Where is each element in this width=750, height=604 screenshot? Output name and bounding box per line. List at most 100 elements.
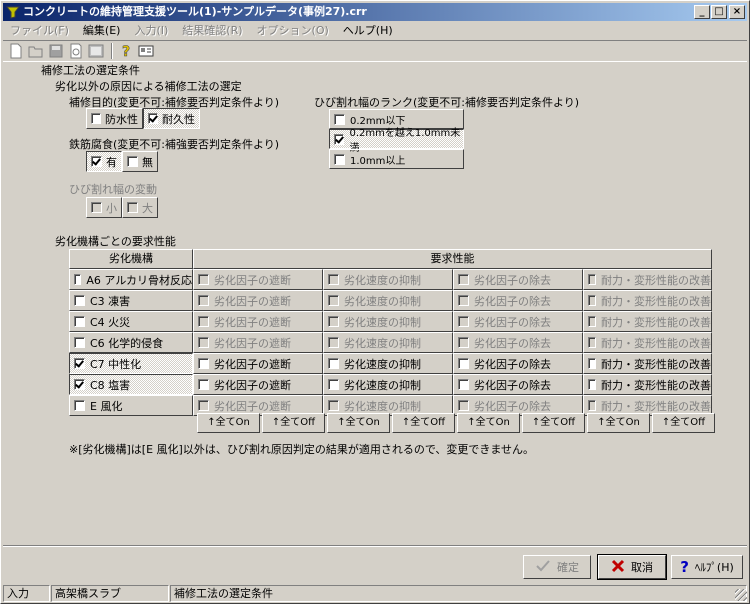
perf-cell[interactable]: 耐力・変形性能の改善 [583, 374, 712, 395]
all-on-button[interactable]: ↑全てOn [197, 413, 260, 433]
cancel-button[interactable]: 取消 [597, 554, 667, 580]
perf-cell[interactable]: 劣化因子の除去 [453, 269, 583, 290]
crack-small-checkbox[interactable] [91, 202, 102, 213]
menu-file[interactable]: ファイル(F) [3, 22, 76, 39]
waterproof-checkbox[interactable] [91, 113, 101, 124]
mechanism-cell[interactable]: C3 凍害 [69, 290, 193, 311]
perf-checkbox[interactable] [328, 358, 339, 369]
menu-input[interactable]: 入力(I) [127, 22, 175, 39]
perf-checkbox[interactable] [198, 316, 209, 327]
maximize-button[interactable]: □ [711, 5, 727, 19]
perf-cell[interactable]: 劣化因子の遮断 [193, 374, 323, 395]
confirm-button[interactable]: 確定 [523, 555, 591, 579]
resize-grip[interactable] [735, 589, 747, 601]
perf-cell[interactable]: 劣化因子の除去 [453, 311, 583, 332]
perf-checkbox[interactable] [328, 400, 339, 411]
perf-checkbox[interactable] [328, 379, 339, 390]
perf-checkbox[interactable] [458, 337, 469, 348]
all-off-button[interactable]: ↑全てOff [392, 413, 455, 433]
card-icon[interactable] [137, 42, 155, 60]
perf-checkbox[interactable] [198, 400, 209, 411]
image-icon[interactable] [87, 42, 105, 60]
perf-checkbox[interactable] [458, 295, 469, 306]
perf-checkbox[interactable] [328, 316, 339, 327]
crack-large-checkbox[interactable] [127, 202, 138, 213]
perf-checkbox[interactable] [588, 337, 596, 348]
open-folder-icon[interactable] [27, 42, 45, 60]
perf-checkbox[interactable] [198, 337, 209, 348]
corrosion-no-checkbox[interactable] [127, 156, 138, 167]
perf-cell[interactable]: 劣化速度の抑制 [323, 353, 453, 374]
perf-cell[interactable]: 劣化速度の抑制 [323, 374, 453, 395]
menu-edit[interactable]: 編集(E) [76, 22, 128, 39]
all-off-button[interactable]: ↑全てOff [262, 413, 325, 433]
mechanism-checkbox[interactable] [74, 358, 85, 369]
perf-checkbox[interactable] [328, 274, 339, 285]
all-on-button[interactable]: ↑全てOn [587, 413, 650, 433]
corrosion-yes-checkbox[interactable] [91, 156, 102, 167]
perf-checkbox[interactable] [458, 316, 469, 327]
perf-checkbox[interactable] [198, 295, 209, 306]
help-question-icon[interactable]: ? [117, 42, 135, 60]
crack-movement-large-toggle[interactable]: 大 [122, 197, 158, 218]
perf-cell[interactable]: 劣化因子の除去 [453, 332, 583, 353]
perf-checkbox[interactable] [458, 379, 469, 390]
perf-cell[interactable]: 劣化速度の抑制 [323, 311, 453, 332]
perf-cell[interactable]: 劣化因子の遮断 [193, 269, 323, 290]
menu-options[interactable]: オプション(O) [250, 22, 336, 39]
menu-help[interactable]: ヘルプ(H) [336, 22, 400, 39]
purpose-durability-toggle[interactable]: 耐久性 [143, 108, 200, 129]
minimize-button[interactable]: _ [694, 5, 710, 19]
perf-cell[interactable]: 劣化速度の抑制 [323, 269, 453, 290]
perf-checkbox[interactable] [588, 295, 596, 306]
perf-cell[interactable]: 耐力・変形性能の改善 [583, 269, 712, 290]
perf-checkbox[interactable] [328, 295, 339, 306]
crack-rank-3-checkbox[interactable] [334, 153, 345, 165]
corrosion-yes-toggle[interactable]: 有 [86, 151, 122, 172]
perf-cell[interactable]: 耐力・変形性能の改善 [583, 290, 712, 311]
perf-checkbox[interactable] [328, 337, 339, 348]
perf-checkbox[interactable] [588, 358, 596, 369]
mechanism-checkbox[interactable] [74, 337, 85, 348]
all-on-button[interactable]: ↑全てOn [457, 413, 520, 433]
all-on-button[interactable]: ↑全てOn [327, 413, 390, 433]
perf-cell[interactable]: 劣化因子の遮断 [193, 353, 323, 374]
perf-cell[interactable]: 劣化因子の遮断 [193, 332, 323, 353]
perf-cell[interactable]: 劣化因子の除去 [453, 290, 583, 311]
perf-cell[interactable]: 耐力・変形性能の改善 [583, 332, 712, 353]
perf-cell[interactable]: 劣化速度の抑制 [323, 290, 453, 311]
purpose-waterproof-toggle[interactable]: 防水性 [86, 108, 143, 129]
crack-rank-option-2[interactable]: 0.2mmを越え1.0mm未満 [329, 128, 464, 154]
mechanism-cell[interactable]: E 風化 [69, 395, 193, 416]
crack-movement-small-toggle[interactable]: 小 [86, 197, 122, 218]
perf-cell[interactable]: 耐力・変形性能の改善 [583, 311, 712, 332]
crack-rank-2-checkbox[interactable] [334, 133, 345, 145]
perf-cell[interactable]: 劣化因子の除去 [453, 374, 583, 395]
print-preview-icon[interactable] [67, 42, 85, 60]
menu-results[interactable]: 結果確認(R) [175, 22, 249, 39]
perf-checkbox[interactable] [458, 274, 469, 285]
mechanism-checkbox[interactable] [74, 316, 85, 327]
all-off-button[interactable]: ↑全てOff [522, 413, 585, 433]
mechanism-cell[interactable]: C7 中性化 [69, 353, 193, 374]
perf-cell[interactable]: 劣化速度の抑制 [323, 332, 453, 353]
mechanism-checkbox[interactable] [74, 295, 85, 306]
mechanism-cell[interactable]: C4 火災 [69, 311, 193, 332]
perf-checkbox[interactable] [588, 274, 596, 285]
mechanism-checkbox[interactable] [74, 400, 85, 411]
mechanism-cell[interactable]: C8 塩害 [69, 374, 193, 395]
perf-checkbox[interactable] [198, 358, 209, 369]
durability-checkbox[interactable] [148, 113, 158, 124]
perf-checkbox[interactable] [458, 400, 469, 411]
perf-cell[interactable]: 劣化因子の除去 [453, 353, 583, 374]
perf-cell[interactable]: 耐力・変形性能の改善 [583, 353, 712, 374]
save-icon[interactable] [47, 42, 65, 60]
mechanism-checkbox[interactable] [74, 379, 85, 390]
perf-cell[interactable]: 劣化因子の遮断 [193, 311, 323, 332]
perf-checkbox[interactable] [198, 274, 209, 285]
perf-checkbox[interactable] [588, 316, 596, 327]
mechanism-cell[interactable]: C6 化学的侵食 [69, 332, 193, 353]
crack-rank-option-3[interactable]: 1.0mm以上 [329, 149, 464, 169]
perf-cell[interactable]: 劣化因子の遮断 [193, 290, 323, 311]
all-off-button[interactable]: ↑全てOff [652, 413, 715, 433]
